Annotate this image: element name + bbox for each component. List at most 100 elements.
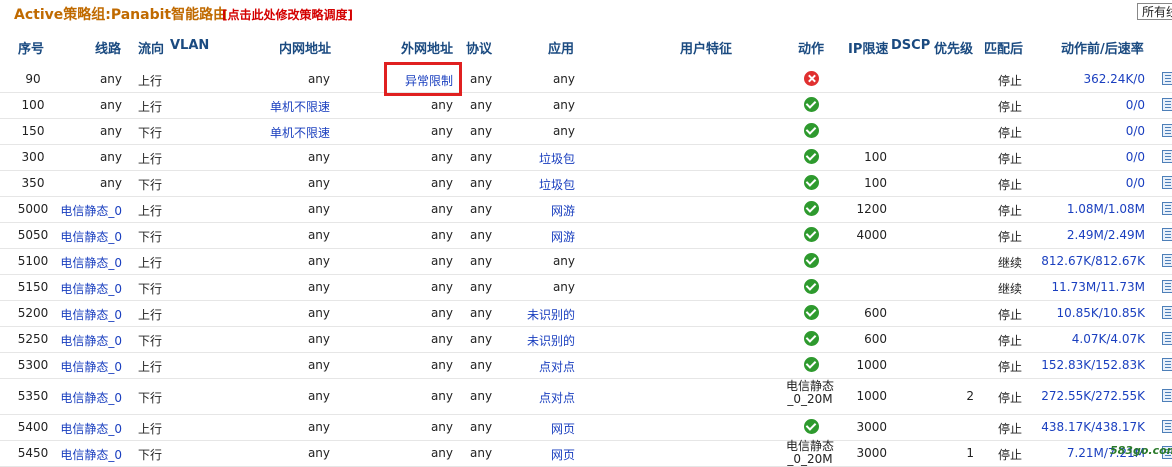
- row-after-match: 停止: [998, 152, 1023, 166]
- row-direction: 下行: [138, 448, 163, 462]
- row-outer-addr: any: [430, 124, 453, 138]
- row-line[interactable]: 电信静态_0: [56, 446, 122, 463]
- row-line[interactable]: 电信静态_0: [56, 332, 122, 349]
- row-inner-addr: any: [307, 420, 330, 434]
- row-outer-addr: any: [430, 420, 453, 434]
- row-rate[interactable]: 0/0: [1030, 176, 1145, 190]
- row-id: 300: [21, 150, 45, 164]
- edit-icon[interactable]: [1162, 150, 1172, 163]
- edit-icon[interactable]: [1162, 420, 1172, 433]
- row-rate[interactable]: 152.83K/152.83K: [1030, 358, 1145, 372]
- row-inner-addr: any: [307, 254, 330, 268]
- row-after-match: 停止: [998, 448, 1023, 462]
- row-application[interactable]: 未识别的: [500, 306, 575, 323]
- edit-icon[interactable]: [1162, 176, 1172, 189]
- row-rate[interactable]: 4.07K/4.07K: [1030, 332, 1145, 346]
- edit-icon[interactable]: [1162, 98, 1172, 111]
- row-rate[interactable]: 0/0: [1030, 124, 1145, 138]
- row-outer-addr: any: [430, 446, 453, 460]
- row-line[interactable]: 电信静态_0: [56, 389, 122, 406]
- row-rate[interactable]: 2.49M/2.49M: [1030, 228, 1145, 242]
- row-after-match: 继续: [998, 282, 1023, 296]
- row-line[interactable]: 电信静态_0: [56, 280, 122, 297]
- row-after-match: 停止: [998, 178, 1023, 192]
- table-row: 5450 电信静态_0 下行 any any any 网页 电信静态_0_20M 3000 1 停止…: [0, 440, 1172, 467]
- row-application[interactable]: 网游: [500, 202, 575, 219]
- watermark: 583go.com: [1110, 444, 1172, 457]
- edit-policy-schedule-link[interactable]: [点击此处修改策略调度]: [222, 6, 353, 23]
- edit-icon[interactable]: [1162, 202, 1172, 215]
- row-rate[interactable]: 0/0: [1030, 150, 1145, 164]
- row-inner-addr[interactable]: 单机不限速: [240, 98, 330, 115]
- row-line[interactable]: 电信静态_0: [56, 306, 122, 323]
- row-inner-addr[interactable]: 单机不限速: [240, 124, 330, 141]
- row-rate[interactable]: 438.17K/438.17K: [1030, 420, 1145, 434]
- row-outer-addr: any: [430, 306, 453, 320]
- edit-icon[interactable]: [1162, 228, 1172, 241]
- row-rate[interactable]: 10.85K/10.85K: [1030, 306, 1146, 320]
- row-application[interactable]: 网页: [500, 420, 575, 437]
- row-rate[interactable]: 1.08M/1.08M: [1030, 202, 1145, 216]
- row-ip-limit: 1200: [856, 202, 887, 216]
- row-protocol: any: [470, 446, 493, 460]
- row-line[interactable]: 电信静态_0: [56, 358, 122, 375]
- line-filter-select[interactable]: 所有线: [1137, 3, 1172, 20]
- row-outer-addr: any: [430, 228, 453, 242]
- row-rate[interactable]: 272.55K/272.55K: [1030, 389, 1145, 403]
- check-icon: [804, 227, 819, 242]
- edit-icon[interactable]: [1162, 389, 1172, 402]
- row-after-match: 停止: [998, 391, 1023, 405]
- edit-icon[interactable]: [1162, 254, 1172, 267]
- row-protocol: any: [470, 72, 493, 86]
- table-row: 150 any 下行 单机不限速 any any any 停止 0/0: [0, 118, 1172, 145]
- row-application[interactable]: 垃圾包: [500, 150, 575, 167]
- col-ip-limit: IP限速: [848, 42, 889, 57]
- row-protocol: any: [470, 254, 493, 268]
- edit-icon[interactable]: [1162, 72, 1172, 85]
- row-id: 5100: [17, 254, 49, 268]
- row-rate[interactable]: 11.73M/11.73M: [1030, 280, 1145, 294]
- row-line[interactable]: 电信静态_0: [56, 228, 122, 245]
- edit-icon[interactable]: [1162, 124, 1172, 137]
- check-icon: [804, 253, 819, 268]
- row-rate[interactable]: 362.24K/0: [1030, 72, 1145, 86]
- row-protocol: any: [470, 280, 493, 294]
- row-protocol: any: [470, 150, 493, 164]
- check-icon: [804, 97, 819, 112]
- col-after-match: 匹配后: [984, 42, 1024, 57]
- row-application[interactable]: 点对点: [500, 358, 575, 375]
- policy-group-title: Active策略组:Panabit智能路由: [14, 7, 228, 23]
- row-after-match: 停止: [998, 334, 1023, 348]
- check-icon: [804, 149, 819, 164]
- row-line[interactable]: 电信静态_0: [56, 202, 122, 219]
- row-outer-addr: any: [430, 150, 453, 164]
- row-line[interactable]: 电信静态_0: [56, 254, 122, 271]
- row-inner-addr: any: [307, 202, 330, 216]
- col-priority: 优先级: [934, 42, 974, 57]
- row-ip-limit: 4000: [856, 228, 887, 242]
- row-application[interactable]: 点对点: [500, 389, 575, 406]
- row-line[interactable]: 电信静态_0: [56, 420, 122, 437]
- row-after-match: 继续: [998, 256, 1023, 270]
- row-id: 90: [25, 72, 41, 86]
- row-id: 5150: [17, 280, 49, 294]
- row-rate[interactable]: 0/0: [1030, 98, 1145, 112]
- col-protocol: 协议: [466, 42, 493, 57]
- row-application[interactable]: 垃圾包: [500, 176, 575, 193]
- check-icon: [804, 201, 819, 216]
- table-row: 350 any 下行 any any any 垃圾包 100 停止 0/0: [0, 170, 1172, 197]
- row-rate[interactable]: 812.67K/812.67K: [1030, 254, 1145, 268]
- row-application[interactable]: 网游: [500, 228, 575, 245]
- edit-icon[interactable]: [1162, 358, 1172, 371]
- edit-icon[interactable]: [1162, 280, 1172, 293]
- row-inner-addr: any: [307, 228, 330, 242]
- check-icon: [804, 419, 819, 434]
- row-application[interactable]: 网页: [500, 446, 575, 463]
- row-inner-addr: any: [307, 332, 330, 346]
- row-application[interactable]: 未识别的: [500, 332, 575, 349]
- row-after-match: 停止: [998, 74, 1023, 88]
- edit-icon[interactable]: [1162, 332, 1172, 345]
- edit-icon[interactable]: [1162, 306, 1172, 319]
- table-row: 5200 电信静态_0 上行 any any any 未识别的 600 停止 10.85K/10.…: [0, 300, 1172, 327]
- table-row: 5400 电信静态_0 上行 any any any 网页 3000 停止 438.17K/438…: [0, 414, 1172, 441]
